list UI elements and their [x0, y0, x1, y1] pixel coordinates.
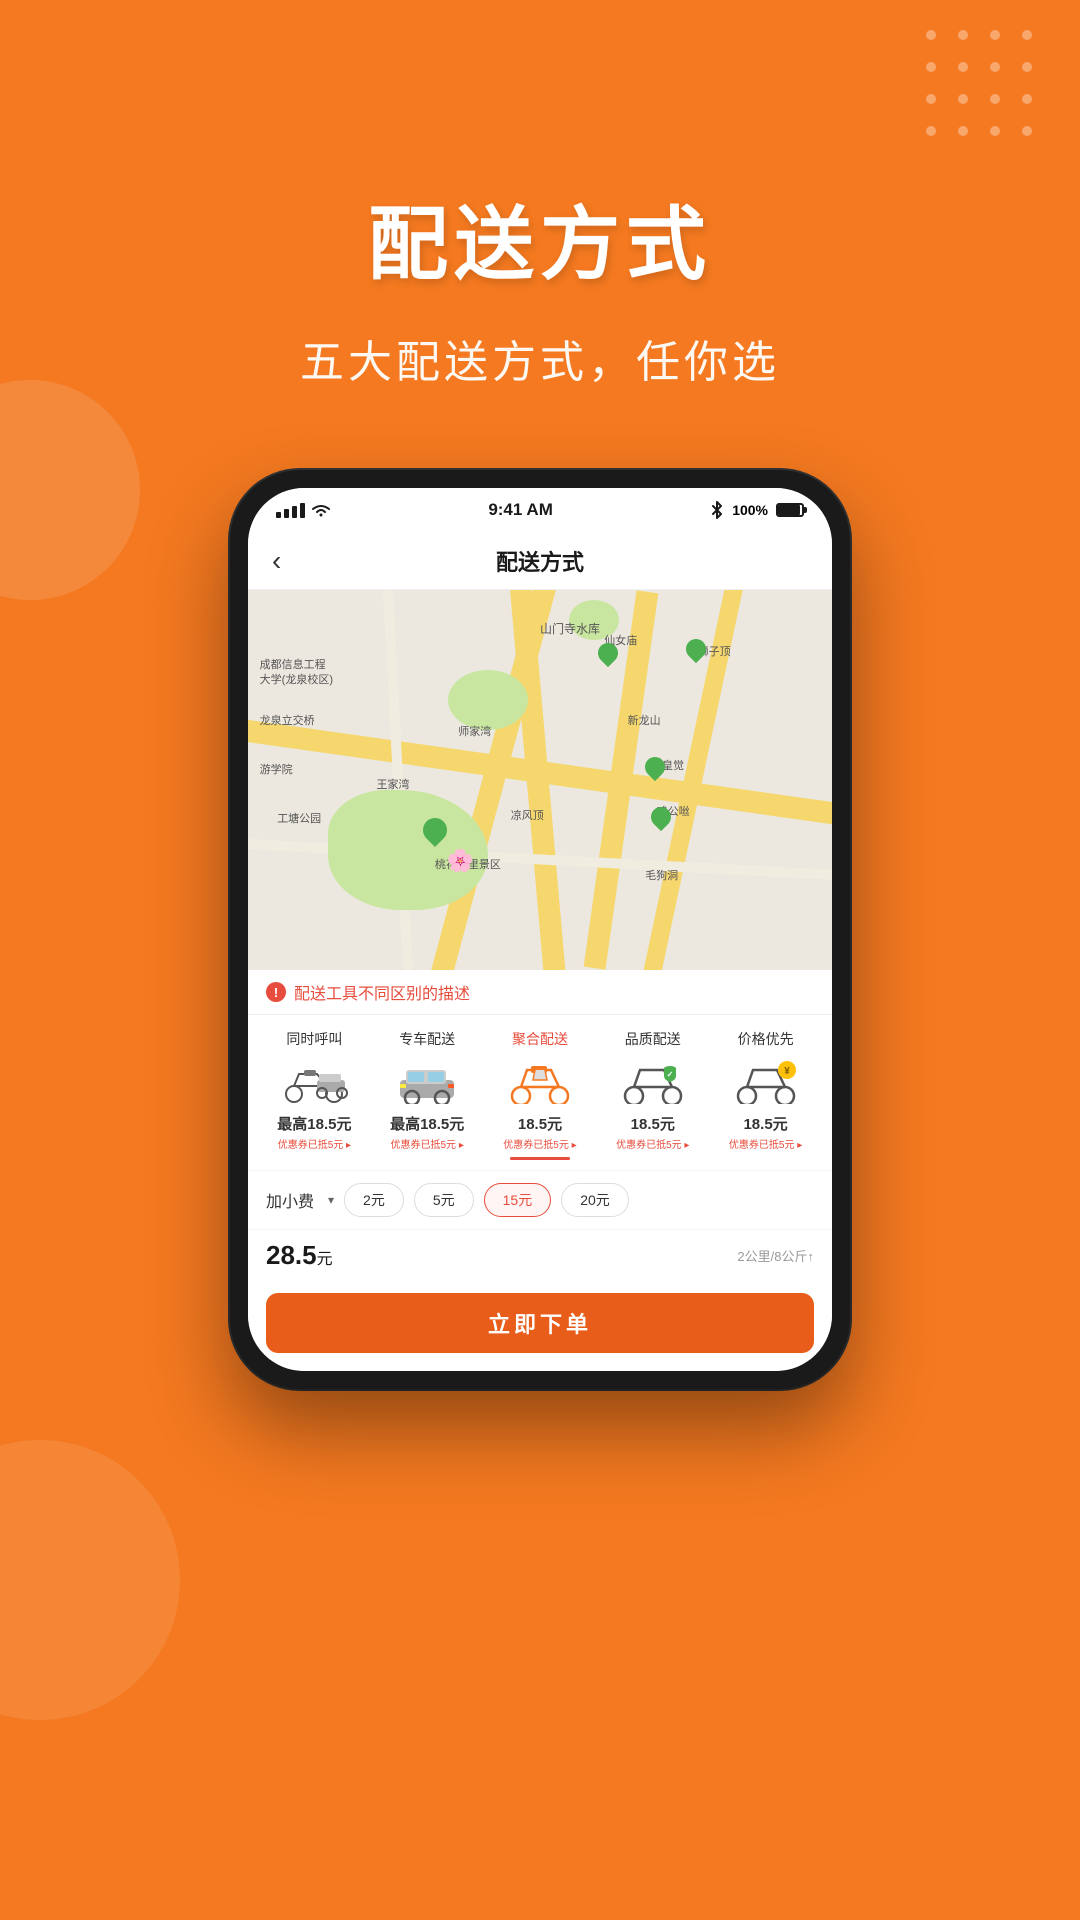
- green-area-2: [448, 670, 528, 730]
- warning-strip: ! 配送工具不同区别的描述: [248, 970, 832, 1015]
- option-name-5: 价格优先: [738, 1029, 794, 1049]
- map-label-youxueyuan: 游学院: [260, 761, 293, 777]
- order-button[interactable]: 立即下单: [266, 1293, 814, 1353]
- moto-coin-icon: ¥: [731, 1060, 801, 1104]
- option-coupon-4: 优惠券已抵5元 ▸: [616, 1136, 689, 1151]
- status-time: 9:41 AM: [488, 500, 553, 520]
- battery-icon: [776, 503, 804, 517]
- svg-text:¥: ¥: [784, 1066, 790, 1077]
- map-background: 山门寺水库 成都信息工程大学(龙泉校区) 龙泉立交桥 仙女庙 狮子顶 新龙山 玉…: [248, 590, 832, 970]
- price-value: 28.5: [266, 1240, 317, 1270]
- car-icon: [392, 1060, 462, 1104]
- svg-text:✓: ✓: [666, 1070, 673, 1079]
- option-coupon-5: 优惠券已抵5元 ▸: [729, 1136, 802, 1151]
- extra-label: 加小费: [266, 1188, 314, 1212]
- amount-btn-15yuan[interactable]: 15元: [484, 1183, 552, 1217]
- phone-outer: 9:41 AM 100% ‹ 配送方式: [230, 470, 850, 1389]
- nav-title: 配送方式: [496, 545, 584, 577]
- option-name-1: 同时呼叫: [286, 1029, 342, 1049]
- map-area: 山门寺水库 成都信息工程大学(龙泉校区) 龙泉立交桥 仙女庙 狮子顶 新龙山 玉…: [248, 590, 832, 970]
- map-label-xinlong: 新龙山: [628, 712, 661, 728]
- amount-btn-20yuan[interactable]: 20元: [561, 1183, 629, 1217]
- option-name-3: 聚合配送: [512, 1029, 568, 1049]
- total-row: 28.5元 2公里/8公斤↑: [248, 1229, 832, 1281]
- bluetooth-icon: [710, 501, 724, 519]
- page-title: 配送方式: [0, 180, 1080, 296]
- order-btn-area: 立即下单: [248, 1281, 832, 1371]
- option-price-1: 最高18.5元: [277, 1113, 351, 1134]
- status-left: [276, 503, 331, 518]
- total-price: 28.5元: [266, 1240, 333, 1270]
- option-active-indicator: [510, 1157, 570, 1160]
- status-right: 100%: [710, 501, 804, 519]
- page-subtitle: 五大配送方式，任你选: [0, 326, 1080, 390]
- price-unit: 元: [317, 1251, 333, 1268]
- option-coupon-1: 优惠券已抵5元 ▸: [278, 1136, 351, 1151]
- wifi-icon: [311, 503, 331, 518]
- map-label-maogou: 毛狗洞: [645, 867, 678, 883]
- option-name-2: 专车配送: [399, 1029, 455, 1049]
- option-icon-5: ¥: [726, 1057, 806, 1107]
- option-simultaneous[interactable]: 同时呼叫: [264, 1029, 364, 1160]
- battery-percent: 100%: [732, 502, 768, 518]
- option-coupon-3: 优惠券已抵5元 ▸: [503, 1136, 576, 1151]
- phone-inner: 9:41 AM 100% ‹ 配送方式: [248, 488, 832, 1371]
- option-name-4: 品质配送: [625, 1029, 681, 1049]
- map-pin-5: [682, 635, 710, 663]
- map-label-chengdu: 成都信息工程大学(龙泉校区): [260, 658, 333, 687]
- map-label-wangjia: 王家湾: [376, 776, 409, 792]
- warning-icon: !: [266, 982, 286, 1002]
- header-section: 配送方式 五大配送方式，任你选: [0, 0, 1080, 390]
- delivery-info: 2公里/8公斤↑: [737, 1246, 814, 1265]
- map-label-gongtang: 工塘公园: [277, 810, 321, 826]
- option-coupon-2: 优惠券已抵5元 ▸: [391, 1136, 464, 1151]
- map-label-longquan: 龙泉立交桥: [260, 712, 315, 728]
- option-icon-4: ✓: [613, 1057, 693, 1107]
- moto-shield-icon: ✓: [618, 1060, 688, 1104]
- moto-car-icon: [279, 1060, 349, 1104]
- status-bar: 9:41 AM 100%: [248, 488, 832, 532]
- app-navbar: ‹ 配送方式: [248, 532, 832, 590]
- option-price-2: 最高18.5元: [390, 1113, 464, 1134]
- map-label-shanmen: 山门寺水库: [540, 620, 600, 637]
- bg-arc-bottom-left: [0, 1440, 180, 1720]
- amount-btn-5yuan[interactable]: 5元: [414, 1183, 474, 1217]
- extra-options: 加小费 ▾ 2元 5元 15元 20元: [248, 1170, 832, 1229]
- amount-btn-2yuan[interactable]: 2元: [344, 1183, 404, 1217]
- options-row: 同时呼叫: [248, 1029, 832, 1160]
- option-icon-2: [387, 1057, 467, 1107]
- dropdown-icon[interactable]: ▾: [328, 1193, 334, 1207]
- signal-bars: [276, 503, 305, 518]
- map-label-shijia: 师家湾: [458, 723, 491, 739]
- map-pin-special: 🌸: [447, 848, 474, 874]
- map-label-liangfeng: 凉风顶: [511, 807, 544, 823]
- option-icon-3: [500, 1057, 580, 1107]
- option-economy[interactable]: 价格优先 ¥ 18.5元: [716, 1029, 816, 1160]
- option-combined[interactable]: 聚合配送 18.5元 优惠券已抵5元: [490, 1029, 590, 1160]
- option-price-5: 18.5元: [743, 1113, 787, 1134]
- option-dedicated[interactable]: 专车配送: [377, 1029, 477, 1160]
- phone-mockup: 9:41 AM 100% ‹ 配送方式: [0, 470, 1080, 1389]
- total-price-area: 28.5元: [266, 1240, 333, 1271]
- option-quality[interactable]: 品质配送 ✓ 18.5元: [603, 1029, 703, 1160]
- option-icon-1: [274, 1057, 354, 1107]
- option-price-3: 18.5元: [518, 1113, 562, 1134]
- delivery-options: 同时呼叫: [248, 1015, 832, 1170]
- option-price-4: 18.5元: [631, 1113, 675, 1134]
- back-button[interactable]: ‹: [272, 545, 281, 577]
- warning-text: 配送工具不同区别的描述: [294, 980, 470, 1004]
- extra-row: 加小费 ▾ 2元 5元 15元 20元: [266, 1183, 814, 1217]
- moto-icon: [505, 1060, 575, 1104]
